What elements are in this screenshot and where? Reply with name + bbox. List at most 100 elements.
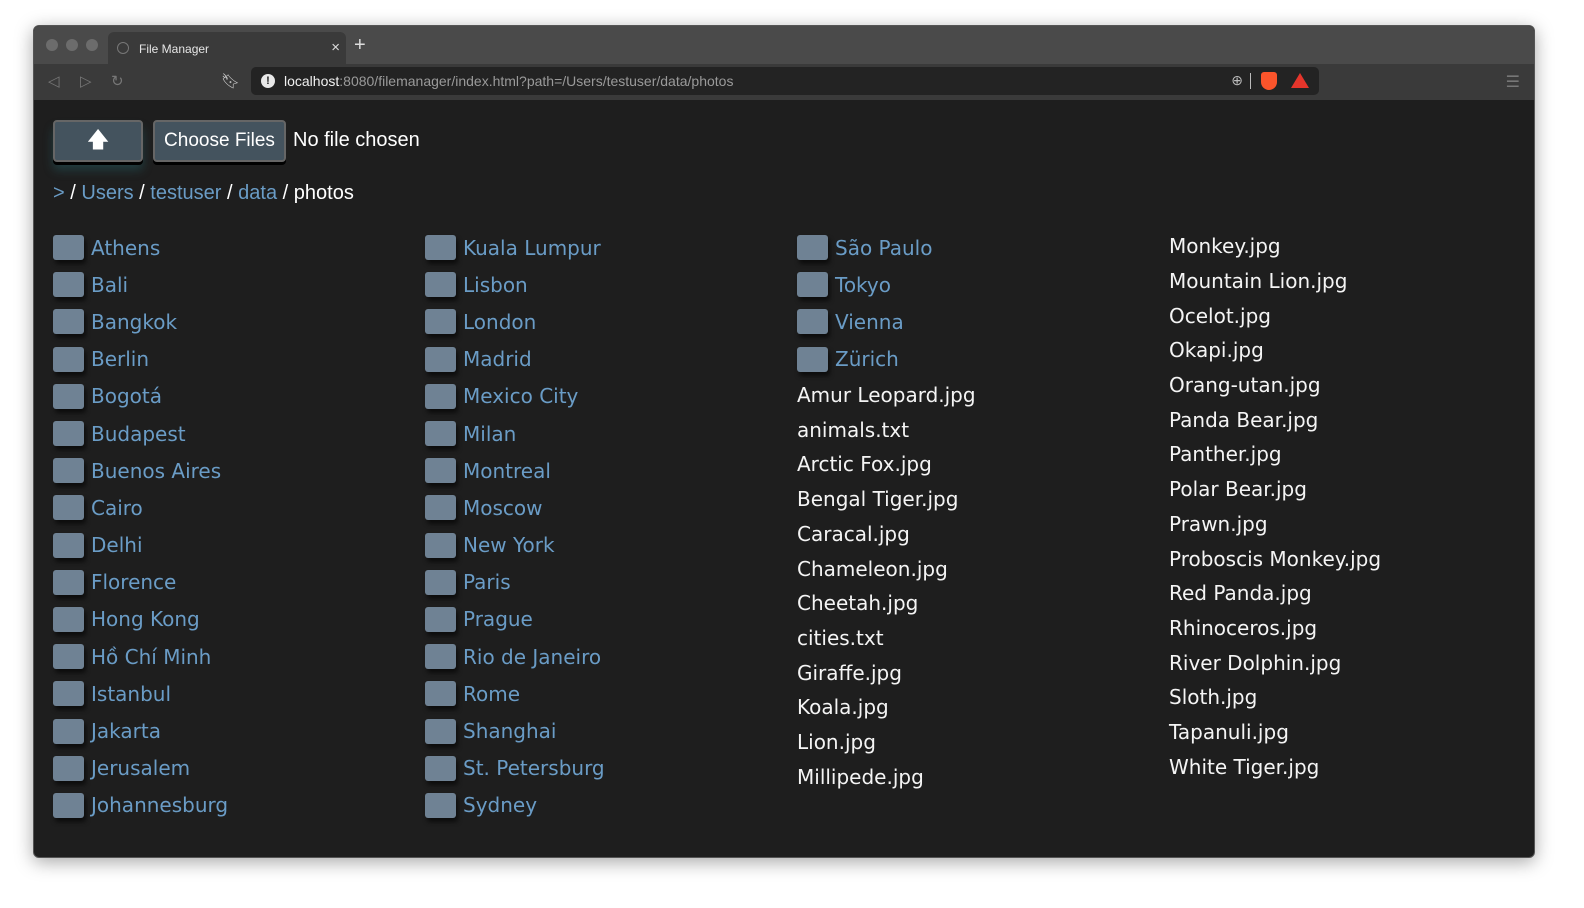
- folder-item[interactable]: Johannesburg: [53, 787, 425, 824]
- folder-item[interactable]: Zürich: [797, 341, 1169, 378]
- address-bar[interactable]: ! localhost:8080/filemanager/index.html?…: [251, 67, 1319, 95]
- folder-item[interactable]: Tokyo: [797, 266, 1169, 303]
- file-item[interactable]: animals.txt: [797, 412, 1169, 447]
- file-item[interactable]: Cheetah.jpg: [797, 586, 1169, 621]
- close-window-button[interactable]: [46, 39, 58, 51]
- close-tab-icon[interactable]: ×: [331, 39, 340, 56]
- menu-icon[interactable]: ☰: [1506, 72, 1520, 91]
- folder-item[interactable]: Mexico City: [425, 378, 797, 415]
- folder-item[interactable]: Delhi: [53, 527, 425, 564]
- folder-name: Athens: [91, 235, 161, 260]
- file-item[interactable]: Arctic Fox.jpg: [797, 447, 1169, 482]
- brave-shields-icon[interactable]: [1261, 72, 1277, 90]
- folder-item[interactable]: Moscow: [425, 489, 797, 526]
- file-name: Okapi.jpg: [1169, 338, 1264, 363]
- folder-icon: [53, 681, 84, 707]
- file-item[interactable]: Orang-utan.jpg: [1169, 368, 1534, 403]
- file-item[interactable]: Panther.jpg: [1169, 437, 1534, 472]
- folder-item[interactable]: Hong Kong: [53, 601, 425, 638]
- folder-item[interactable]: Madrid: [425, 341, 797, 378]
- folder-item[interactable]: Sydney: [425, 787, 797, 824]
- file-item[interactable]: Millipede.jpg: [797, 759, 1169, 794]
- maximize-window-button[interactable]: [86, 39, 98, 51]
- upload-button[interactable]: 🡅: [53, 120, 143, 162]
- folder-item[interactable]: Florence: [53, 564, 425, 601]
- file-item[interactable]: Panda Bear.jpg: [1169, 402, 1534, 437]
- folder-icon: [425, 272, 456, 298]
- folder-item[interactable]: Vienna: [797, 303, 1169, 340]
- folder-item[interactable]: Paris: [425, 564, 797, 601]
- file-item[interactable]: Red Panda.jpg: [1169, 576, 1534, 611]
- breadcrumb-users[interactable]: Users: [81, 182, 133, 204]
- folder-name: Shanghai: [463, 719, 557, 744]
- minimize-window-button[interactable]: [66, 39, 78, 51]
- site-info-icon[interactable]: !: [261, 74, 275, 88]
- folder-item[interactable]: New York: [425, 527, 797, 564]
- folder-item[interactable]: Shanghai: [425, 712, 797, 749]
- folder-item[interactable]: São Paulo: [797, 229, 1169, 266]
- folder-item[interactable]: Bangkok: [53, 303, 425, 340]
- back-icon[interactable]: ◁: [48, 72, 60, 90]
- reload-icon[interactable]: ↻: [111, 72, 124, 90]
- file-item[interactable]: Proboscis Monkey.jpg: [1169, 541, 1534, 576]
- folder-name: Rio de Janeiro: [463, 644, 602, 669]
- file-item[interactable]: Tapanuli.jpg: [1169, 715, 1534, 750]
- folder-item[interactable]: Istanbul: [53, 675, 425, 712]
- file-item[interactable]: Lion.jpg: [797, 725, 1169, 760]
- folder-item[interactable]: Berlin: [53, 341, 425, 378]
- folder-item[interactable]: Athens: [53, 229, 425, 266]
- folder-item[interactable]: Hồ Chí Minh: [53, 638, 425, 675]
- file-item[interactable]: Caracal.jpg: [797, 517, 1169, 552]
- folder-item[interactable]: Kuala Lumpur: [425, 229, 797, 266]
- bat-rewards-icon[interactable]: [1291, 73, 1309, 88]
- file-item[interactable]: Polar Bear.jpg: [1169, 472, 1534, 507]
- file-item[interactable]: White Tiger.jpg: [1169, 749, 1534, 784]
- window-controls[interactable]: [46, 39, 98, 51]
- folder-item[interactable]: Rome: [425, 675, 797, 712]
- folder-name: Tokyo: [835, 272, 891, 297]
- file-item[interactable]: River Dolphin.jpg: [1169, 645, 1534, 680]
- bookmark-icon[interactable]: 🔖︎: [221, 72, 240, 90]
- new-tab-button[interactable]: +: [354, 34, 366, 57]
- file-item[interactable]: Prawn.jpg: [1169, 507, 1534, 542]
- file-item[interactable]: Sloth.jpg: [1169, 680, 1534, 715]
- folder-name: Delhi: [91, 533, 143, 558]
- file-item[interactable]: Koala.jpg: [797, 690, 1169, 725]
- breadcrumb-testuser[interactable]: testuser: [150, 182, 221, 204]
- file-item[interactable]: Rhinoceros.jpg: [1169, 611, 1534, 646]
- folder-item[interactable]: Bogotá: [53, 378, 425, 415]
- folder-item[interactable]: Buenos Aires: [53, 452, 425, 489]
- tab-file-manager[interactable]: File Manager ×: [108, 32, 346, 64]
- folder-item[interactable]: Rio de Janeiro: [425, 638, 797, 675]
- choose-files-button[interactable]: Choose Files: [153, 120, 286, 162]
- file-item[interactable]: Okapi.jpg: [1169, 333, 1534, 368]
- file-item[interactable]: Amur Leopard.jpg: [797, 378, 1169, 413]
- folder-item[interactable]: Cairo: [53, 489, 425, 526]
- file-name: Prawn.jpg: [1169, 511, 1268, 536]
- folder-item[interactable]: Prague: [425, 601, 797, 638]
- folder-name: Hong Kong: [91, 607, 200, 632]
- folder-item[interactable]: Budapest: [53, 415, 425, 452]
- breadcrumb-root[interactable]: >: [53, 182, 65, 204]
- folder-item[interactable]: Lisbon: [425, 266, 797, 303]
- file-item[interactable]: Monkey.jpg: [1169, 229, 1534, 264]
- forward-icon[interactable]: ▷: [80, 72, 92, 90]
- folder-item[interactable]: Jerusalem: [53, 750, 425, 787]
- folder-item[interactable]: Bali: [53, 266, 425, 303]
- file-item[interactable]: cities.txt: [797, 621, 1169, 656]
- zoom-icon[interactable]: ⊕: [1231, 72, 1243, 89]
- file-item[interactable]: Bengal Tiger.jpg: [797, 482, 1169, 517]
- file-item[interactable]: Mountain Lion.jpg: [1169, 264, 1534, 299]
- file-item[interactable]: Ocelot.jpg: [1169, 298, 1534, 333]
- file-item[interactable]: Chameleon.jpg: [797, 551, 1169, 586]
- folder-item[interactable]: London: [425, 303, 797, 340]
- folder-name: Jerusalem: [91, 756, 191, 781]
- folder-icon: [797, 272, 828, 298]
- folder-item[interactable]: Milan: [425, 415, 797, 452]
- folder-item[interactable]: Montreal: [425, 452, 797, 489]
- breadcrumb-separator: /: [227, 182, 233, 204]
- folder-item[interactable]: Jakarta: [53, 712, 425, 749]
- file-item[interactable]: Giraffe.jpg: [797, 655, 1169, 690]
- breadcrumb-data[interactable]: data: [238, 182, 277, 204]
- folder-item[interactable]: St. Petersburg: [425, 750, 797, 787]
